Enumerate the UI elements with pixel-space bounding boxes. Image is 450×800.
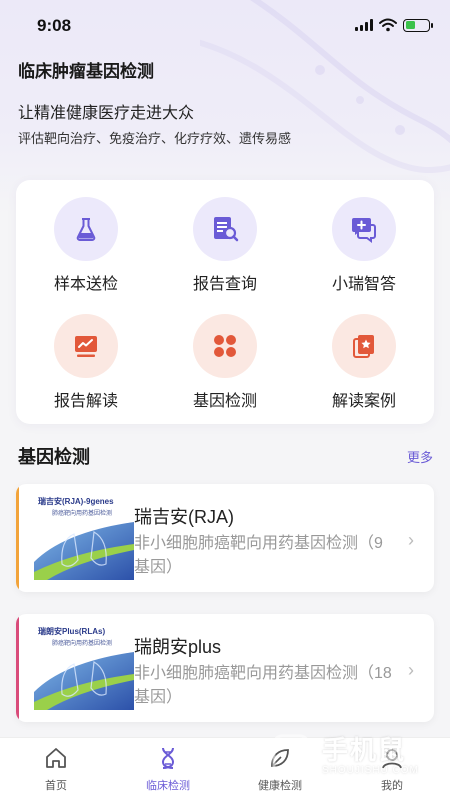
chart-screen-icon [54,314,118,378]
lung-illustration [34,522,134,580]
more-link[interactable]: 更多 [407,447,433,466]
function-menu-card: 样本送检 报告查询 小瑞智答 报告解读 基因检测 解读案例 [16,180,434,424]
menu-label: 报告查询 [192,276,257,293]
slogan-text: 让精准健康医疗走进大众 [18,105,195,122]
home-icon [46,748,66,768]
sub-slogan-text: 评估靶向治疗、免疫治疗、化疗疗效、遗传易感 [18,131,292,146]
lung-illustration [34,652,134,710]
card-accent [16,484,19,592]
menu-label: 样本送检 [53,276,118,293]
thumb-subtitle: 肺癌靶向用药基因检测 [52,511,113,517]
menu-item-smart-qa[interactable]: 小瑞智答 [304,197,424,294]
dna-icon [161,747,175,769]
watermark-icon [272,734,310,780]
four-leaf-icon [193,314,257,378]
status-bar: 9:08 [0,0,450,52]
watermark-logo: 手机鼠 SHOUJISHU.COM [264,728,434,788]
tab-clinical-testing[interactable]: 临床检测 [123,746,213,793]
product-card-rlas[interactable]: 瑞朗安Plus(RLAs) 肺癌靶向用药基因检测 瑞朗安plus 非小细胞肺癌靶… [16,614,434,722]
product-thumbnail: 瑞朗安Plus(RLAs) 肺癌靶向用药基因检测 [34,624,134,710]
tab-label: 首页 [45,780,67,792]
star-doc-icon [332,314,396,378]
report-search-icon [193,197,257,261]
menu-item-gene-testing[interactable]: 基因检测 [165,314,285,411]
watermark-text: 手机鼠 [322,735,407,765]
product-card-rja[interactable]: 瑞吉安(RJA)-9genes 肺癌靶向用药基因检测 瑞吉安(RJA) 非小细胞… [16,484,434,592]
menu-item-report-query[interactable]: 报告查询 [165,197,285,294]
wifi-icon [379,18,397,32]
menu-label: 解读案例 [331,393,396,410]
card-accent [16,614,19,722]
tab-label: 临床检测 [146,780,190,792]
product-description: 非小细胞肺癌靶向用药基因检测（18 基因） [134,665,392,706]
product-thumbnail: 瑞吉安(RJA)-9genes 肺癌靶向用药基因检测 [34,494,134,580]
product-name: 瑞吉安(RJA) [134,507,234,527]
watermark-subtext: SHOUJISHU.COM [322,765,419,776]
section-title: 基因检测 [18,447,90,467]
menu-label: 报告解读 [53,393,118,410]
thumb-title: 瑞吉安(RJA)-9genes [38,497,114,506]
thumb-title: 瑞朗安Plus(RLAs) [38,627,106,636]
menu-label: 小瑞智答 [331,276,396,293]
menu-label: 基因检测 [192,393,257,410]
product-description: 非小细胞肺癌靶向用药基因检测（9 基因） [134,535,383,576]
chevron-right-icon: › [408,660,414,680]
page-title: 临床肿瘤基因检测 [18,62,154,81]
tab-home[interactable]: 首页 [11,746,101,793]
status-time: 9:08 [37,16,72,35]
menu-item-cases[interactable]: 解读案例 [304,314,424,411]
thumb-subtitle: 肺癌靶向用药基因检测 [52,641,113,647]
signal-icon [355,19,373,31]
flask-icon [54,197,118,261]
chevron-right-icon: › [408,530,414,550]
status-icons [355,18,433,32]
menu-item-sample-submission[interactable]: 样本送检 [26,197,146,294]
menu-item-report-interpretation[interactable]: 报告解读 [26,314,146,411]
battery-icon [403,18,433,32]
chat-plus-icon [332,197,396,261]
product-name: 瑞朗安plus [134,637,222,657]
